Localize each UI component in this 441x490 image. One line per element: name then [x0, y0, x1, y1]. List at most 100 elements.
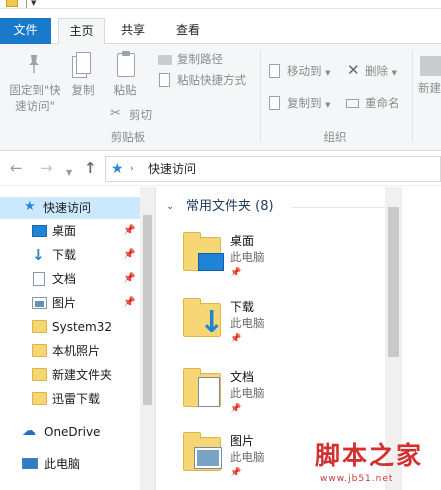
- copy-path-icon: [158, 52, 172, 66]
- scissors-icon: ✂: [110, 106, 121, 121]
- tile-location: 此电脑: [230, 316, 265, 330]
- pin-to-quick-access-button[interactable]: 固定到"快速访问": [4, 50, 64, 114]
- nav-item-this-pc[interactable]: 此电脑: [0, 453, 140, 475]
- nav-item-label: 本机照片: [52, 344, 101, 358]
- pin-to-quick-access-label: 固定到"快速访问": [9, 83, 61, 113]
- paste-shortcut-icon: [158, 73, 172, 87]
- rename-icon: [346, 99, 359, 108]
- tile-name: 文档: [230, 370, 255, 384]
- tile-location: 此电脑: [230, 386, 265, 400]
- folder-tile-desktop[interactable]: 桌面 此电脑 📌: [180, 229, 380, 291]
- chevron-down-icon[interactable]: ▼: [66, 164, 72, 182]
- chevron-down-icon: ▼: [325, 69, 331, 77]
- rename-button[interactable]: 重命名: [346, 94, 400, 112]
- star-icon: ★: [111, 161, 124, 177]
- folder-icon: [32, 392, 47, 405]
- copy-path-button[interactable]: 复制路径: [158, 50, 223, 68]
- chevron-down-icon[interactable]: ▼: [31, 0, 36, 7]
- group-separator: [412, 50, 413, 142]
- move-to-button[interactable]: 移动到 ▼: [268, 62, 331, 80]
- delete-label: 删除: [365, 64, 388, 78]
- cut-label: 剪切: [129, 108, 152, 122]
- folder-icon: [6, 0, 18, 7]
- up-arrow-icon[interactable]: ↑: [84, 159, 97, 177]
- copy-to-label: 复制到: [287, 96, 322, 110]
- pin-icon: 📌: [123, 273, 136, 284]
- nav-item-system32[interactable]: System32: [0, 316, 140, 338]
- nav-item-label: 迅雷下载: [52, 392, 101, 406]
- frequent-folders-header[interactable]: ⌄ 常用文件夹 (8): [162, 197, 386, 217]
- document-icon: [33, 272, 45, 286]
- folder-icon: [32, 368, 47, 381]
- ribbon: 固定到"快速访问" 复制 粘贴 复制路径 粘贴快捷方式 ✂ 剪切 剪贴板 移动到…: [0, 44, 441, 151]
- cut-button[interactable]: ✂ 剪切: [110, 106, 152, 124]
- tile-name: 图片: [230, 434, 255, 448]
- new-folder-label: 新建: [418, 81, 441, 95]
- watermark-logo: 脚本之家: [315, 441, 424, 470]
- nav-item-label: 新建文件夹: [52, 368, 113, 382]
- tile-name: 桌面: [230, 234, 255, 248]
- cloud-icon: ☁: [22, 423, 36, 439]
- move-to-label: 移动到: [287, 64, 322, 78]
- tile-location: 此电脑: [230, 450, 265, 464]
- nav-item-label: 下载: [52, 248, 77, 262]
- paste-label: 粘贴: [113, 83, 137, 97]
- nav-item-local-photos[interactable]: 本机照片: [0, 340, 140, 362]
- address-bar[interactable]: ★ › 快速访问: [105, 156, 441, 182]
- paste-shortcut-label: 粘贴快捷方式: [177, 73, 246, 87]
- nav-item-quick-access[interactable]: ★ 快速访问: [0, 197, 140, 219]
- tab-view[interactable]: 查看: [168, 18, 208, 44]
- forward-arrow-icon[interactable]: →: [40, 159, 53, 177]
- move-to-icon: [268, 64, 282, 78]
- rename-label: 重命名: [365, 96, 400, 110]
- nav-item-downloads[interactable]: ↓ 下载 📌: [0, 244, 140, 266]
- tab-share[interactable]: 共享: [113, 18, 153, 44]
- nav-item-label: System32: [52, 320, 113, 334]
- nav-item-pictures[interactable]: 图片 📌: [0, 292, 140, 314]
- watermark-url: www.jb51.net: [320, 474, 394, 484]
- nav-item-onedrive[interactable]: ☁ OneDrive: [0, 421, 140, 443]
- copy-path-label: 复制路径: [177, 52, 223, 66]
- group-separator: [260, 50, 261, 142]
- nav-item-xunlei-downloads[interactable]: 迅雷下载: [0, 388, 140, 410]
- copy-icon: [68, 50, 98, 80]
- new-folder-button[interactable]: 新建: [418, 50, 441, 96]
- folder-tile-documents[interactable]: 文档 此电脑 📌: [180, 365, 380, 427]
- folder-tile-downloads[interactable]: ↓ 下载 此电脑 📌: [180, 295, 380, 357]
- paste-button[interactable]: 粘贴: [110, 50, 140, 98]
- copy-button[interactable]: 复制: [68, 50, 98, 98]
- folder-icon: [32, 320, 47, 333]
- delete-button[interactable]: ✕ 删除 ▼: [346, 62, 397, 80]
- organize-group-label: 组织: [323, 130, 347, 144]
- chevron-right-icon[interactable]: ›: [130, 162, 134, 176]
- tab-file[interactable]: 文件: [0, 18, 51, 44]
- pin-icon: 📌: [123, 297, 136, 308]
- desktop-icon: [198, 253, 224, 271]
- nav-scrollbar[interactable]: [140, 187, 155, 490]
- navigation-pane: ★ 快速访问 桌面 📌 ↓ 下载 📌 文档 📌 图片 📌 System32 本机…: [0, 187, 155, 490]
- scrollbar-thumb[interactable]: [388, 207, 399, 357]
- nav-item-desktop[interactable]: 桌面 📌: [0, 220, 140, 242]
- folder-icon: [32, 344, 47, 357]
- pin-icon: 📌: [230, 334, 242, 344]
- document-icon: [198, 377, 220, 407]
- nav-item-label: OneDrive: [44, 425, 101, 439]
- nav-item-label: 桌面: [52, 224, 77, 238]
- nav-item-label: 图片: [52, 296, 77, 310]
- nav-item-new-folder[interactable]: 新建文件夹: [0, 364, 140, 386]
- nav-item-documents[interactable]: 文档 📌: [0, 268, 140, 290]
- copy-to-button[interactable]: 复制到 ▼: [268, 94, 331, 112]
- picture-icon: [194, 447, 222, 469]
- pin-icon: 📌: [123, 225, 136, 236]
- new-folder-icon: [418, 50, 441, 80]
- title-bar: ▼: [0, 0, 441, 9]
- tab-home[interactable]: 主页: [58, 18, 105, 45]
- close-icon: ✕: [347, 61, 360, 79]
- scrollbar-thumb[interactable]: [143, 215, 152, 405]
- copy-to-icon: [268, 96, 282, 110]
- back-arrow-icon[interactable]: ←: [10, 159, 23, 177]
- paste-shortcut-button[interactable]: 粘贴快捷方式: [158, 71, 246, 89]
- desktop-icon: [32, 225, 47, 237]
- pin-icon: 📌: [230, 404, 242, 414]
- clipboard-icon: [110, 50, 140, 80]
